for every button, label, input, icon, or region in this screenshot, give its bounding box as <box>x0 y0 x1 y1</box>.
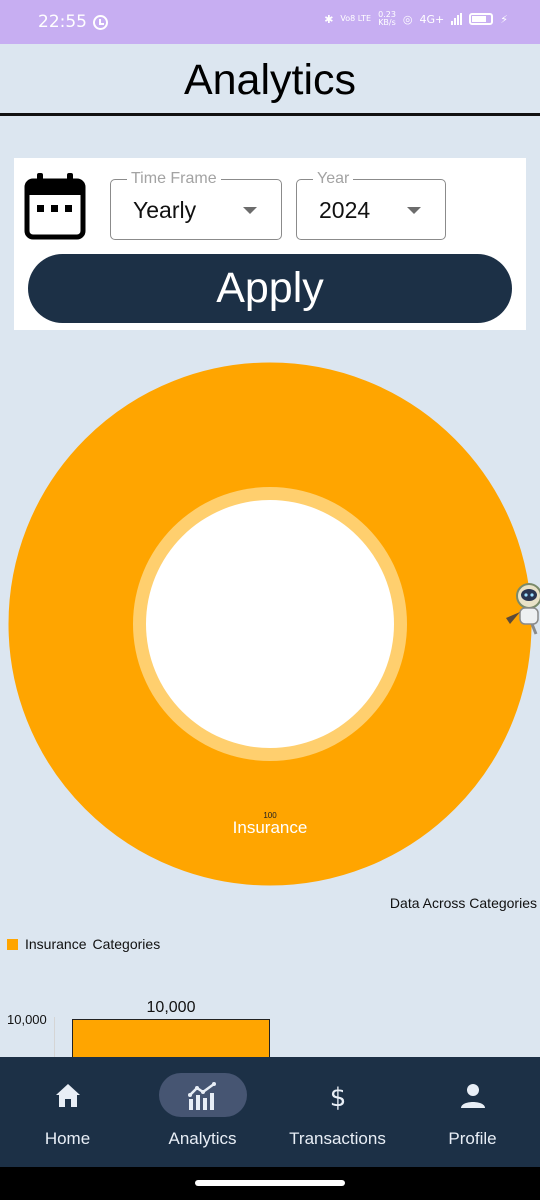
bluetooth-icon: ✱ <box>324 12 334 26</box>
robot-assistant-icon[interactable] <box>502 578 540 636</box>
bar-data-label: 10,000 <box>146 999 196 1016</box>
donut-segment-label: Insurance <box>232 818 308 837</box>
filter-panel: Time Frame Yearly Year 2024 Apply <box>14 158 526 330</box>
bottom-nav: Home Analytics $ Transactions Profile <box>0 1057 540 1167</box>
status-indicators: ✱ Vo8 LTE 0.23 KB/s ◎ 4G+ ⚡ <box>324 11 508 27</box>
donut-hole <box>146 500 394 748</box>
person-icon <box>461 1084 485 1108</box>
nav-label-home: Home <box>44 1129 91 1148</box>
year-select[interactable]: Year 2024 <box>296 170 446 240</box>
nav-label-profile: Profile <box>448 1129 497 1148</box>
system-gesture-area <box>0 1167 540 1200</box>
time-frame-select[interactable]: Time Frame Yearly <box>110 170 282 240</box>
year-value: 2024 <box>319 197 371 223</box>
signal-icon <box>451 13 463 25</box>
network-type: 4G+ <box>419 12 445 26</box>
volte-indicator: Vo8 LTE <box>340 14 372 23</box>
chevron-down-icon <box>243 207 257 214</box>
legend-item-insurance[interactable]: Insurance <box>25 936 86 952</box>
nav-label-analytics: Analytics <box>168 1129 237 1148</box>
nav-item-profile[interactable]: Profile <box>405 1057 540 1167</box>
svg-text:$: $ <box>330 1083 347 1111</box>
legend-swatch-insurance <box>7 938 18 950</box>
home-icon <box>56 1084 80 1107</box>
apply-button[interactable]: Apply <box>28 254 512 323</box>
y-axis-tick-label: 10,000 <box>7 1012 47 1027</box>
time-frame-label: Time Frame <box>127 170 221 188</box>
bar-chart: 10,000 10,000 <box>0 995 540 1059</box>
bar-insurance[interactable] <box>72 1019 270 1059</box>
dollar-icon: $ <box>330 1083 347 1111</box>
year-label: Year <box>313 170 354 188</box>
donut-svg <box>8 362 532 886</box>
y-axis-line <box>54 1017 55 1057</box>
network-speed: 0.23 KB/s <box>378 11 396 27</box>
page-title: Analytics <box>183 56 357 104</box>
nav-item-home[interactable]: Home <box>0 1057 135 1167</box>
donut-chart: 100 Insurance <box>8 362 532 886</box>
network-speed-unit: KB/s <box>378 18 396 27</box>
chart-legend: Insurance Categories <box>7 936 160 952</box>
chevron-down-icon <box>407 207 421 214</box>
legend-title: Categories <box>92 936 161 952</box>
analytics-icon <box>188 1082 216 1110</box>
status-time: 22:55 <box>38 12 87 32</box>
nav-label-transactions: Transactions <box>289 1129 386 1148</box>
alarm-icon <box>93 15 108 30</box>
battery-icon <box>469 13 494 25</box>
status-bar: 22:55 ✱ Vo8 LTE 0.23 KB/s ◎ 4G+ ⚡ <box>0 0 540 44</box>
hotspot-icon: ◎ <box>402 12 413 26</box>
nav-item-transactions[interactable]: $ Transactions <box>270 1057 405 1167</box>
time-frame-value: Yearly <box>133 197 197 223</box>
app-header: Analytics <box>0 44 540 116</box>
charging-icon: ⚡ <box>500 12 508 26</box>
chart-caption: Data Across Categories <box>389 895 537 911</box>
calendar-icon[interactable] <box>24 172 86 240</box>
nav-item-analytics[interactable]: Analytics <box>135 1057 270 1167</box>
home-indicator[interactable] <box>195 1180 345 1186</box>
